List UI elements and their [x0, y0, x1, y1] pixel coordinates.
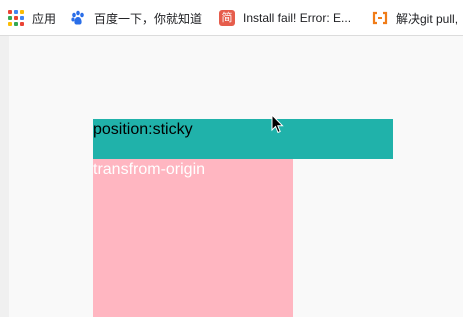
- bookmark-apps-label: 应用: [32, 11, 57, 26]
- transform-origin-label: transfrom-origin: [93, 161, 206, 178]
- mouse-cursor-icon: [271, 114, 284, 134]
- left-scroll-strip: [0, 36, 9, 317]
- bookmark-baidu-label: 百度一下，你就知道: [94, 11, 203, 26]
- transform-origin-box: transfrom-origin: [93, 159, 293, 317]
- bookmark-baidu[interactable]: 百度一下，你就知道: [70, 0, 202, 36]
- aliyun-icon: [372, 10, 388, 26]
- apps-grid-icon: [8, 10, 24, 26]
- sticky-box-label: position:sticky: [93, 121, 193, 138]
- bookmark-git-pull[interactable]: 解决git pull,: [372, 0, 458, 36]
- baidu-paw-icon: [70, 10, 86, 26]
- bookmark-install-fail[interactable]: 简 Install fail! Error: E...: [219, 0, 351, 36]
- bookmarks-bar: 应用 百度一下，你就知道 简 Install fail! Error: E...: [0, 0, 463, 36]
- sticky-box: position:sticky: [93, 119, 393, 159]
- jianshu-icon: 简: [219, 10, 235, 26]
- bookmark-apps[interactable]: 应用: [8, 0, 56, 36]
- bookmark-git-label: 解决git pull,: [396, 11, 459, 26]
- bookmark-install-label: Install fail! Error: E...: [243, 11, 352, 25]
- jianshu-icon-glyph: 简: [221, 12, 233, 24]
